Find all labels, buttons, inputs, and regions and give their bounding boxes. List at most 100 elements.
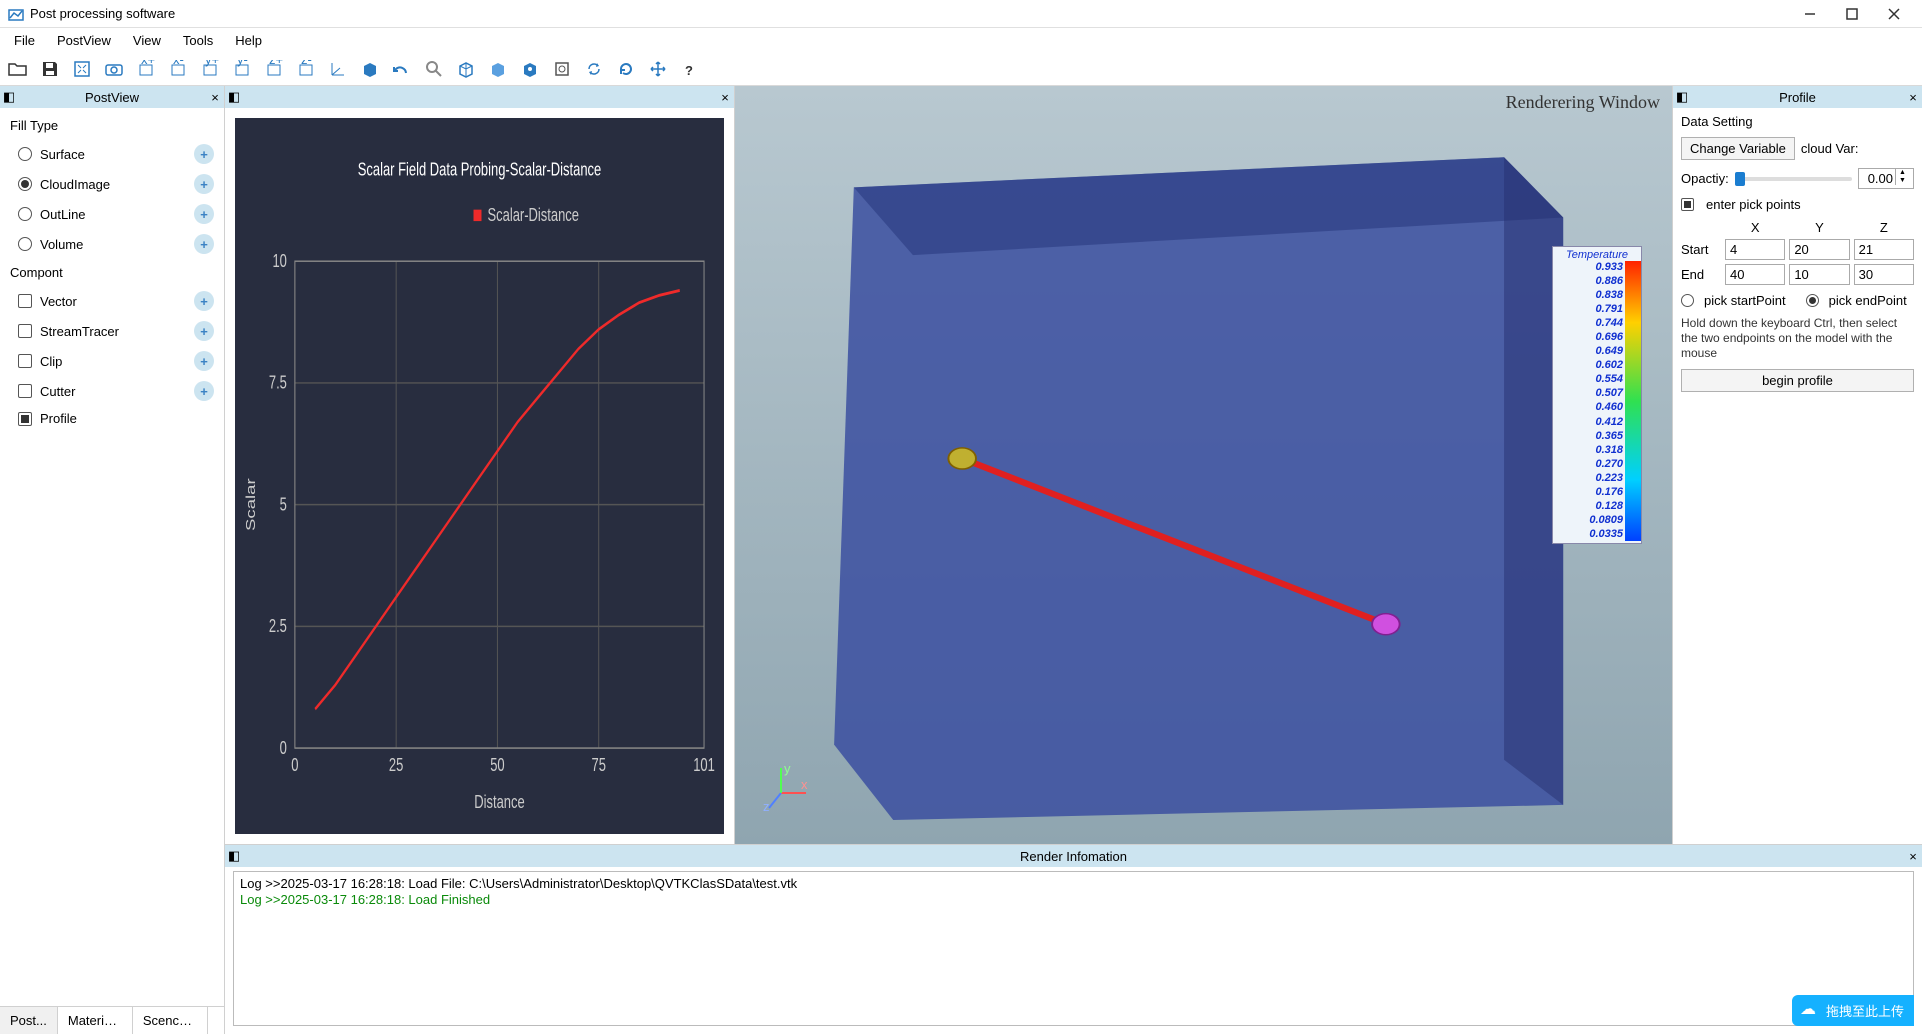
enter-pick-checkbox[interactable] xyxy=(1681,198,1694,211)
plus-icon[interactable]: + xyxy=(194,144,214,164)
checkbox-icon[interactable] xyxy=(18,354,32,368)
tab-material[interactable]: Material L... xyxy=(58,1007,133,1034)
save-icon[interactable] xyxy=(38,57,62,81)
cube-filled-icon[interactable] xyxy=(358,57,382,81)
compont-vector-row[interactable]: Vector+ xyxy=(0,286,224,316)
render-info-title: Render Infomation xyxy=(243,849,1904,864)
spin-down-icon[interactable]: ▼ xyxy=(1895,177,1909,185)
slider-thumb[interactable] xyxy=(1735,172,1745,186)
radio-icon[interactable] xyxy=(18,147,32,161)
close-button[interactable] xyxy=(1882,5,1906,23)
spin-up-icon[interactable]: ▲ xyxy=(1895,169,1909,177)
fill-outline-row[interactable]: OutLine+ xyxy=(0,199,224,229)
start-y-input[interactable] xyxy=(1789,239,1849,260)
popout-icon[interactable]: ◧ xyxy=(225,89,243,105)
fill-cloudimage-row[interactable]: CloudImage+ xyxy=(0,169,224,199)
minimize-button[interactable] xyxy=(1798,5,1822,23)
undo-icon[interactable] xyxy=(390,57,414,81)
col-z: Z xyxy=(1854,220,1914,235)
view-yn-icon[interactable]: y- xyxy=(230,57,254,81)
radio-icon[interactable] xyxy=(18,177,32,191)
render-info-header: ◧ Render Infomation × xyxy=(225,845,1922,867)
model-view[interactable] xyxy=(775,112,1642,820)
close-icon[interactable]: × xyxy=(206,90,224,105)
plus-icon[interactable]: + xyxy=(194,204,214,224)
app-icon xyxy=(8,6,24,22)
help-icon[interactable]: ? xyxy=(678,57,702,81)
postview-panel-title: PostView xyxy=(18,90,206,105)
opacity-slider[interactable] xyxy=(1735,177,1852,181)
menu-postview[interactable]: PostView xyxy=(47,31,121,50)
checkbox-icon[interactable] xyxy=(18,324,32,338)
fill-volume-row[interactable]: Volume+ xyxy=(0,229,224,259)
target-icon[interactable] xyxy=(550,57,574,81)
start-z-input[interactable] xyxy=(1854,239,1914,260)
radio-icon[interactable] xyxy=(18,207,32,221)
opacity-spinbox[interactable]: ▲▼ xyxy=(1858,168,1914,189)
menu-view[interactable]: View xyxy=(123,31,171,50)
tab-scence[interactable]: Scence... xyxy=(133,1007,208,1034)
upload-pill[interactable]: 拖拽至此上传 xyxy=(1792,995,1914,1026)
view-yp-icon[interactable]: y+ xyxy=(198,57,222,81)
end-y-input[interactable] xyxy=(1789,264,1849,285)
view-xn-icon[interactable]: x- xyxy=(166,57,190,81)
close-icon[interactable]: × xyxy=(1904,849,1922,864)
pick-start-radio[interactable] xyxy=(1681,294,1694,307)
close-icon[interactable]: × xyxy=(1904,90,1922,105)
chart-panel-header: ◧ × xyxy=(225,86,734,108)
col-x: X xyxy=(1725,220,1785,235)
help-text: Hold down the keyboard Ctrl, then select… xyxy=(1681,316,1914,361)
tab-post[interactable]: Post... xyxy=(0,1007,58,1034)
start-x-input[interactable] xyxy=(1725,239,1785,260)
menu-help[interactable]: Help xyxy=(225,31,272,50)
camera-icon[interactable] xyxy=(102,57,126,81)
plus-icon[interactable]: + xyxy=(194,234,214,254)
pick-end-radio[interactable] xyxy=(1806,294,1819,307)
radio-icon[interactable] xyxy=(18,237,32,251)
plus-icon[interactable]: + xyxy=(194,321,214,341)
begin-profile-button[interactable]: begin profile xyxy=(1681,369,1914,392)
open-icon[interactable] xyxy=(6,57,30,81)
cube-b-icon[interactable] xyxy=(486,57,510,81)
refresh-icon[interactable] xyxy=(614,57,638,81)
change-variable-button[interactable]: Change Variable xyxy=(1681,137,1795,160)
close-icon[interactable]: × xyxy=(716,90,734,105)
svg-text:10: 10 xyxy=(272,251,286,272)
chart-area[interactable]: Scalar Field Data Probing-Scalar-Distanc… xyxy=(235,118,724,834)
compont-streamtracer-row[interactable]: StreamTracer+ xyxy=(0,316,224,346)
log-body[interactable]: Log >>2025-03-17 16:28:18: Load File: C:… xyxy=(233,871,1914,1026)
cube-c-icon[interactable] xyxy=(518,57,542,81)
opacity-value-input[interactable] xyxy=(1859,169,1895,188)
move-icon[interactable] xyxy=(646,57,670,81)
view-zp-icon[interactable]: z+ xyxy=(262,57,286,81)
svg-text:Scalar-Distance: Scalar-Distance xyxy=(487,205,579,226)
compont-cutter-row[interactable]: Cutter+ xyxy=(0,376,224,406)
compont-clip-row[interactable]: Clip+ xyxy=(0,346,224,376)
checkbox-icon[interactable] xyxy=(18,294,32,308)
plus-icon[interactable]: + xyxy=(194,291,214,311)
compont-profile-row[interactable]: Profile xyxy=(0,406,224,431)
checkbox-icon[interactable] xyxy=(18,412,32,426)
view-xp-icon[interactable]: x+ xyxy=(134,57,158,81)
popout-icon[interactable]: ◧ xyxy=(0,89,18,105)
axis-icon[interactable] xyxy=(326,57,350,81)
menu-tools[interactable]: Tools xyxy=(173,31,223,50)
popout-icon[interactable]: ◧ xyxy=(1673,89,1691,105)
view-zn-icon[interactable]: z- xyxy=(294,57,318,81)
zoom-icon[interactable] xyxy=(422,57,446,81)
fill-surface-row[interactable]: Surface+ xyxy=(0,139,224,169)
svg-text:0: 0 xyxy=(291,755,298,776)
sync-icon[interactable] xyxy=(582,57,606,81)
plus-icon[interactable]: + xyxy=(194,381,214,401)
cube-a-icon[interactable] xyxy=(454,57,478,81)
end-x-input[interactable] xyxy=(1725,264,1785,285)
render-panel[interactable]: Renderering Window x y z xyxy=(735,86,1672,844)
menu-file[interactable]: File xyxy=(4,31,45,50)
plus-icon[interactable]: + xyxy=(194,351,214,371)
popout-icon[interactable]: ◧ xyxy=(225,848,243,864)
fit-view-icon[interactable] xyxy=(70,57,94,81)
plus-icon[interactable]: + xyxy=(194,174,214,194)
end-z-input[interactable] xyxy=(1854,264,1914,285)
maximize-button[interactable] xyxy=(1840,5,1864,23)
checkbox-icon[interactable] xyxy=(18,384,32,398)
